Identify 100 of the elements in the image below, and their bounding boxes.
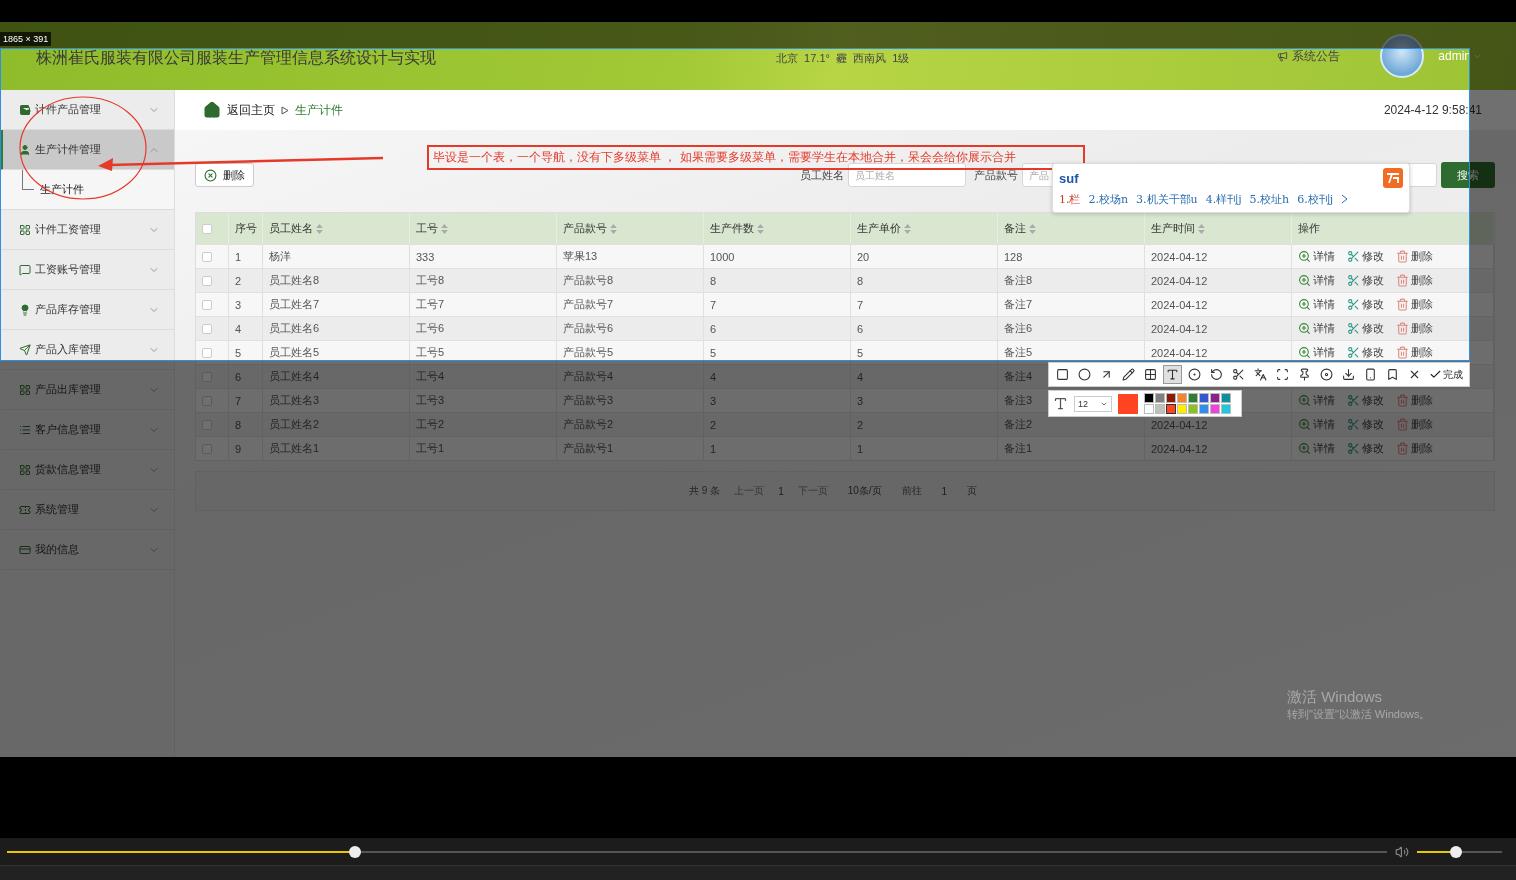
column-header[interactable]: 生产时间 [1145,213,1292,244]
table-cell: 8 [704,268,851,292]
sort-icon[interactable] [610,223,617,234]
sidebar-item[interactable]: 产品入库管理 [0,330,174,370]
download-icon [1342,368,1355,381]
sidebar-item[interactable]: 工资账号管理 [0,250,174,290]
tool-button[interactable] [1163,365,1182,384]
table-cell: 3 [229,292,263,316]
sidebar-label: 产品入库管理 [35,342,102,357]
volume-icon[interactable] [1395,844,1409,859]
sidebar-item[interactable]: 生产计件管理 [0,130,174,170]
tool-button[interactable] [1075,365,1094,384]
ime-candidate[interactable]: 6.校刊j [1297,191,1334,207]
table-cell: 2024-04-12 [1145,316,1292,340]
column-header[interactable]: 工号 [410,213,557,244]
column-header[interactable]: 备注 [998,213,1145,244]
ime-candidate[interactable]: 5.校址h [1249,191,1290,207]
ime-candidate[interactable]: 1.栏 [1059,191,1081,207]
row-action-link[interactable]: 详情 [1298,345,1335,360]
row-action-link[interactable]: 详情 [1298,321,1335,336]
row-action-link[interactable]: 删除 [1396,297,1433,312]
volume-thumb[interactable] [1449,845,1462,858]
sidebar-item[interactable]: 产品库存管理 [0,290,174,330]
row-action-link[interactable]: 修改 [1347,345,1384,360]
color-swatch[interactable] [1155,404,1165,414]
scissors-icon [1347,298,1360,311]
sort-icon[interactable] [757,223,764,234]
color-swatch[interactable] [1177,404,1187,414]
font-size-select[interactable]: 12 [1074,395,1112,412]
column-header[interactable]: 产品款号 [557,213,704,244]
row-action-link[interactable]: 删除 [1396,273,1433,288]
column-header[interactable]: 生产件数 [704,213,851,244]
sidebar-label: 货款信息管理 [35,462,102,477]
row-action-link[interactable]: 修改 [1347,297,1384,312]
row-action-link[interactable]: 修改 [1347,273,1384,288]
delete-button[interactable]: 删除 [195,163,254,187]
row-action-link[interactable]: 修改 [1347,321,1384,336]
row-checkbox[interactable] [202,347,212,358]
translate-icon [1254,368,1267,381]
color-swatch[interactable] [1188,393,1198,403]
progress-thumb[interactable] [349,845,361,858]
row-action-link[interactable]: 删除 [1396,345,1433,360]
mosaic-icon [1144,368,1157,381]
color-swatch[interactable] [1199,393,1209,403]
scissors-icon [1347,346,1360,359]
sort-icon[interactable] [1198,223,1205,234]
current-color-swatch[interactable] [1118,393,1138,414]
color-swatch[interactable] [1199,404,1209,414]
color-swatch[interactable] [1221,404,1231,414]
row-action-link[interactable]: 删除 [1396,321,1433,336]
color-swatch[interactable] [1166,393,1176,403]
breadcrumb-current: 生产计件 [295,101,343,119]
row-action-link[interactable]: 详情 [1298,273,1335,288]
color-swatch[interactable] [1221,393,1231,403]
row-checkbox[interactable] [202,275,212,286]
done-button[interactable]: 完成 [1427,367,1465,382]
color-swatch[interactable] [1144,393,1154,403]
row-action-link[interactable]: 详情 [1298,249,1335,264]
sidebar-item[interactable]: 计件工资管理 [0,210,174,250]
sort-icon[interactable] [904,223,911,234]
table-cell: 6 [704,316,851,340]
row-checkbox[interactable] [202,323,212,334]
search-field[interactable]: 员工姓名 [848,163,966,187]
table-cell: 产品款号7 [557,292,704,316]
row-checkbox[interactable] [202,251,212,262]
column-header[interactable]: 生产单价 [851,213,998,244]
home-link[interactable]: 返回主页 [227,101,275,119]
sort-icon[interactable] [1029,223,1036,234]
system-title: 株洲崔氏服装有限公司服装生产管理信息系统设计与实现 [36,47,436,68]
tool-button[interactable] [1185,365,1204,384]
ime-candidate[interactable]: 4.样刊j [1205,191,1242,207]
color-swatch[interactable] [1166,404,1176,414]
color-swatch[interactable] [1210,393,1220,403]
color-swatch[interactable] [1188,404,1198,414]
column-header[interactable]: 员工姓名 [263,213,410,244]
sort-icon[interactable] [316,223,323,234]
home-icon [203,101,221,119]
check-icon [1429,368,1442,381]
chevron-right-icon[interactable] [1341,194,1349,204]
select-all-checkbox[interactable] [202,223,212,234]
ime-logo-icon [1383,168,1403,188]
tool-button[interactable] [1317,365,1336,384]
magnifier-icon [1298,274,1311,287]
color-swatch[interactable] [1210,404,1220,414]
grid-icon [19,223,31,236]
scissors-icon [1232,368,1245,381]
annotation-textbox[interactable]: 毕设是一个表，一个导航，没有下多级菜单 ， 如果需要多级菜单，需要学生在本地合并，呆会会给你展示合并 [427,145,1085,170]
ime-candidate[interactable]: 3.机关干部u [1136,191,1198,207]
color-swatch[interactable] [1155,393,1165,403]
row-action-link[interactable]: 修改 [1347,249,1384,264]
row-checkbox[interactable] [202,299,212,310]
ime-candidate[interactable]: 2.校场n [1088,191,1129,207]
notice-link[interactable]: 系统公告 [1277,47,1341,65]
color-swatch[interactable] [1144,404,1154,414]
row-action-link[interactable]: 删除 [1396,249,1433,264]
tool-button[interactable] [1119,365,1138,384]
row-action-link[interactable]: 详情 [1298,297,1335,312]
sidebar-label: 客户信息管理 [35,422,102,437]
color-swatch[interactable] [1177,393,1187,403]
sort-icon[interactable] [441,223,448,234]
